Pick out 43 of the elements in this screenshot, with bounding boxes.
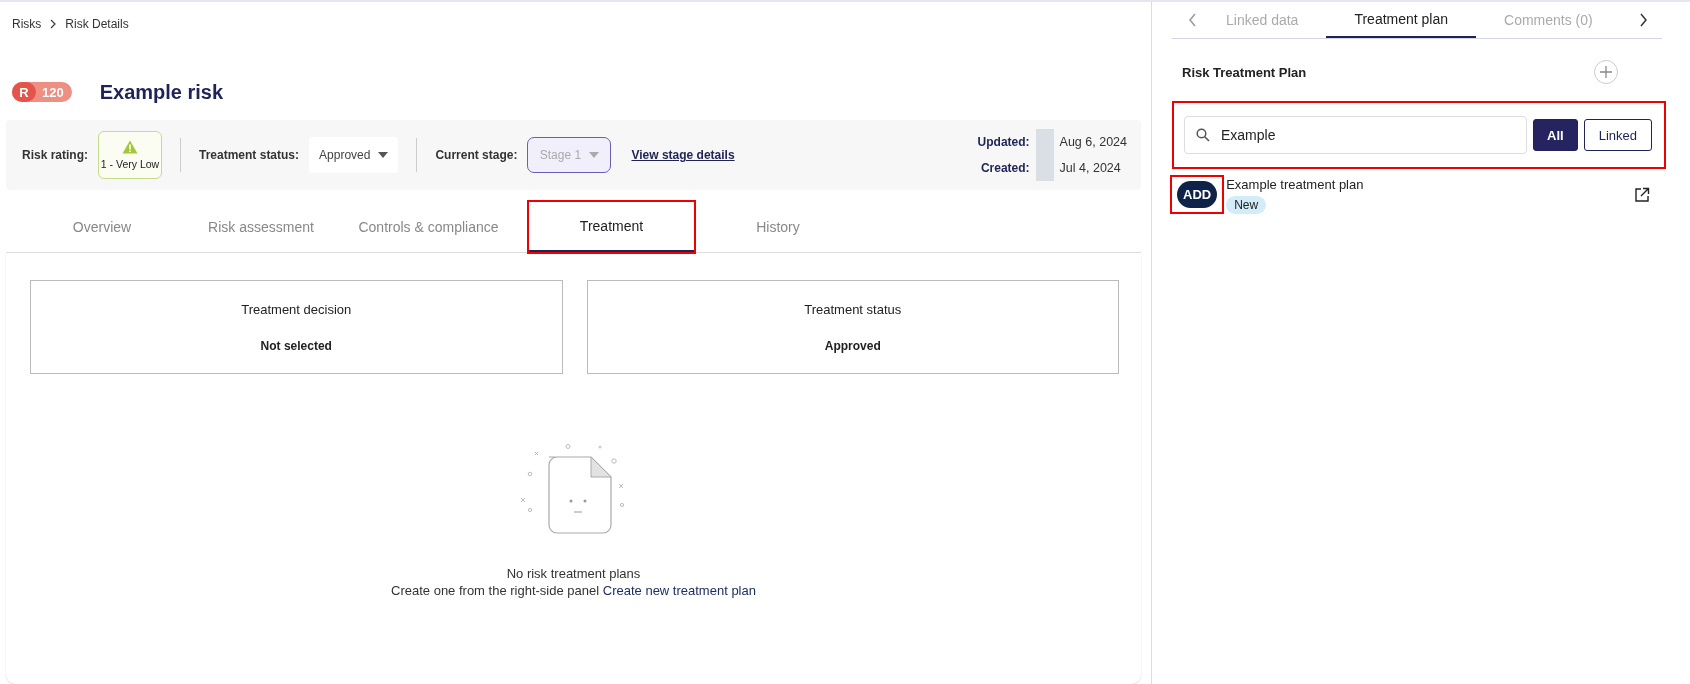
tab[interactable]: Overview xyxy=(18,202,186,252)
risk-score-badge: R 120 xyxy=(12,82,72,102)
created-date: Jul 4, 2024 xyxy=(1059,161,1122,175)
updated-date: Aug 6, 2024 xyxy=(1059,135,1127,149)
treatment-status-dropdown[interactable]: Approved xyxy=(309,137,399,173)
risk-rating-badge: 1 - Very Low xyxy=(98,131,162,179)
filter-button[interactable]: All xyxy=(1533,119,1578,151)
plan-name[interactable]: Example treatment plan xyxy=(1226,177,1364,192)
empty-state-text: Create one from the right-side panel xyxy=(391,583,600,598)
risk-title: Example risk xyxy=(99,80,224,104)
external-link-icon[interactable] xyxy=(1634,186,1650,203)
tab[interactable]: Controls & compliance xyxy=(336,202,521,252)
chevron-left-icon[interactable] xyxy=(1188,13,1198,27)
status-tag: New xyxy=(1226,196,1267,214)
plus-icon xyxy=(1599,65,1613,79)
field-label: Treatment status: xyxy=(199,148,300,162)
search-field[interactable]: Example xyxy=(1184,116,1528,154)
breadcrumb-link[interactable]: Risks xyxy=(12,17,42,31)
breadcrumb-link[interactable]: Risk Details xyxy=(65,17,129,31)
tab[interactable]: History xyxy=(694,202,862,252)
caret-icon xyxy=(378,152,389,158)
action-badge[interactable]: ADD xyxy=(1177,181,1218,208)
field-label: Risk rating: xyxy=(22,148,88,162)
date-marker-bar xyxy=(1035,129,1054,181)
chevron-right-icon xyxy=(49,19,58,29)
field-label: Updated: xyxy=(977,135,1030,149)
field-label: Created: xyxy=(979,161,1030,175)
caret-icon xyxy=(589,152,600,158)
field-label: Current stage: xyxy=(435,148,518,162)
card-value: Approved xyxy=(824,338,881,353)
empty-state-title: No risk treatment plans xyxy=(506,566,641,581)
chevron-right-icon[interactable] xyxy=(1638,13,1648,27)
card-title: Treatment status xyxy=(804,301,902,317)
tab[interactable]: Risk assessment xyxy=(186,202,336,252)
warning-icon xyxy=(122,140,138,154)
card-value: Not selected xyxy=(260,338,332,353)
panel-title: Risk Treatment Plan xyxy=(1182,64,1307,80)
panel-tab[interactable]: Treatment plan xyxy=(1326,2,1477,38)
card-title: Treatment decision xyxy=(241,301,352,317)
view-stage-details-link[interactable]: View stage details xyxy=(631,148,735,162)
filter-button[interactable]: Linked xyxy=(1583,119,1652,151)
tab[interactable]: Treatment xyxy=(529,202,694,252)
create-treatment-plan-link[interactable]: Create new treatment plan xyxy=(602,583,756,598)
